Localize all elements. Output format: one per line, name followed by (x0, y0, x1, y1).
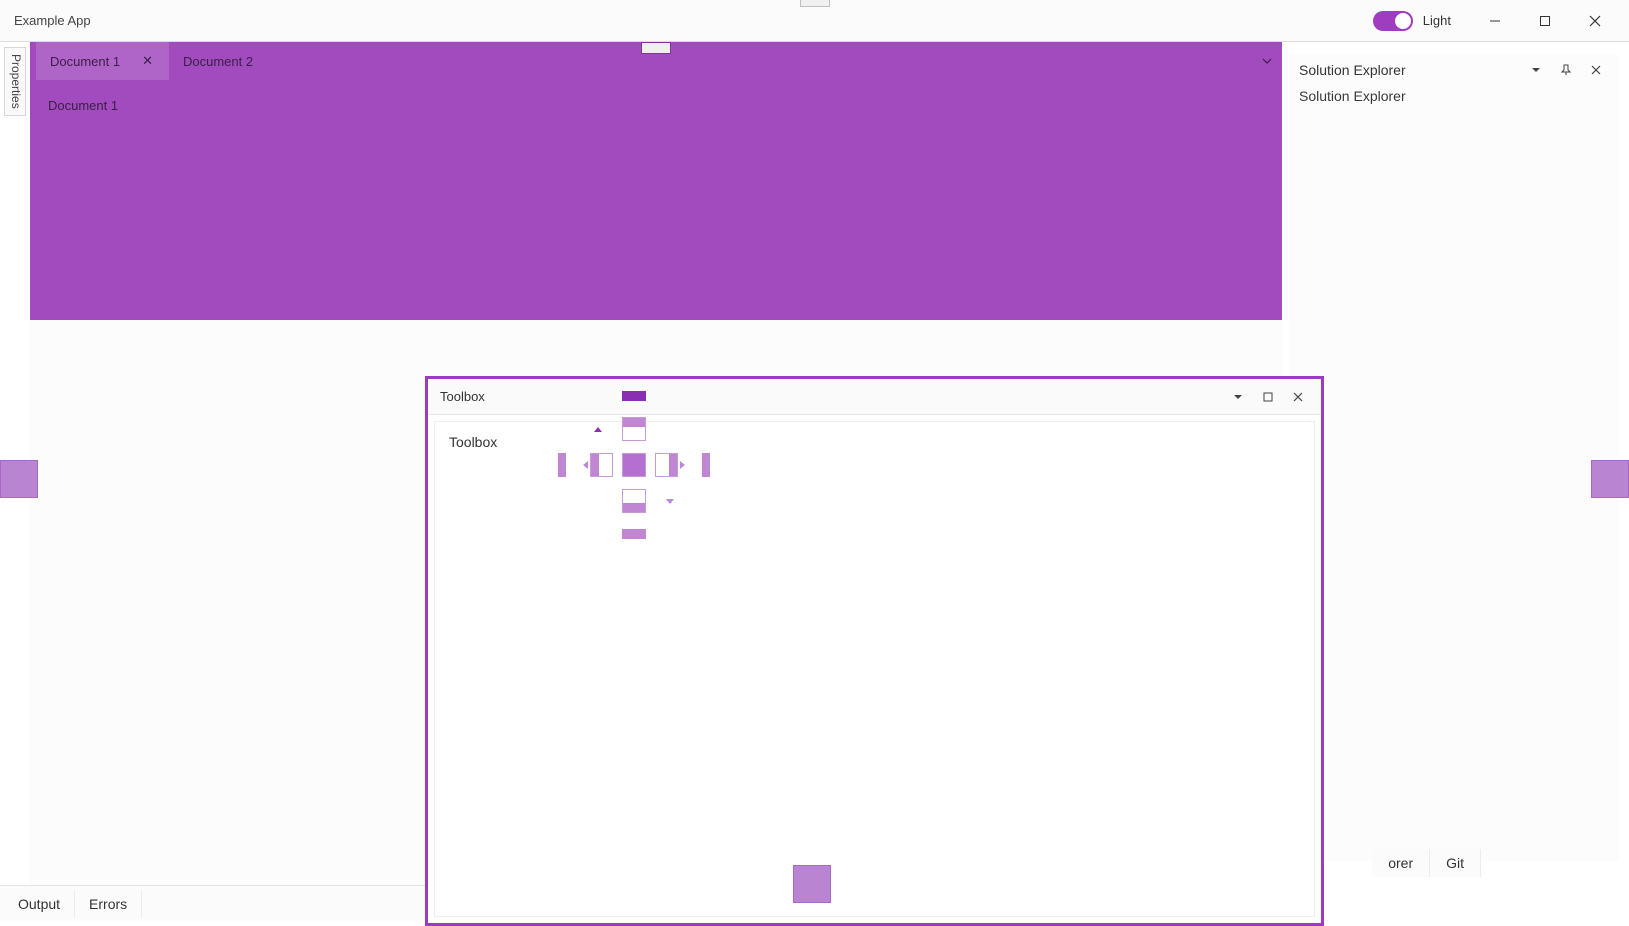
theme-toggle-label: Light (1423, 13, 1451, 28)
document-drop-highlight: Document 1 ✕ Document 2 Document 1 (30, 42, 1282, 320)
solution-explorer-panel: Solution Explorer Solution Explorer (1289, 54, 1619, 861)
toolbox-menu-button[interactable] (1223, 383, 1253, 411)
toolbox-close-button[interactable] (1283, 383, 1313, 411)
window-close-button[interactable] (1575, 7, 1615, 35)
toolbox-floating-window[interactable]: Toolbox Toolbox (425, 376, 1324, 926)
solution-explorer-body-label: Solution Explorer (1289, 86, 1619, 106)
toolbox-maximize-button[interactable] (1253, 383, 1283, 411)
document-tab-1[interactable]: Document 1 ✕ (36, 42, 169, 80)
bottom-tab-errors[interactable]: Errors (75, 890, 142, 918)
solution-explorer-title: Solution Explorer (1299, 62, 1406, 78)
solution-explorer-header: Solution Explorer (1289, 54, 1619, 86)
right-bottom-tab-strip: orer Git (1372, 849, 1481, 877)
document-tab-strip: Document 1 ✕ Document 2 (30, 42, 1282, 80)
toolbox-title: Toolbox (440, 389, 485, 404)
dock-edge-right[interactable] (1591, 460, 1629, 498)
document-tabs-dropdown[interactable] (1262, 54, 1282, 69)
bottom-tab-output[interactable]: Output (4, 890, 75, 918)
panel-menu-button[interactable] (1521, 56, 1551, 84)
dock-edge-bottom[interactable] (793, 865, 831, 903)
document-tab-1-label: Document 1 (50, 54, 120, 69)
dock-edge-left[interactable] (0, 460, 38, 498)
panel-close-button[interactable] (1581, 56, 1611, 84)
window-minimize-button[interactable] (1475, 7, 1515, 35)
window-maximize-button[interactable] (1525, 7, 1565, 35)
right-bottom-tab-git[interactable]: Git (1430, 849, 1481, 877)
toolbox-header[interactable]: Toolbox (428, 379, 1321, 415)
toolbox-body: Toolbox (434, 421, 1315, 917)
document-tab-2-label: Document 2 (183, 54, 253, 69)
app-title: Example App (14, 13, 91, 28)
window-grip-top[interactable] (800, 0, 830, 7)
toolbox-body-label: Toolbox (435, 422, 1314, 462)
theme-toggle[interactable] (1373, 11, 1413, 31)
document-tab-2[interactable]: Document 2 (169, 42, 263, 80)
close-icon[interactable]: ✕ (136, 53, 159, 69)
title-bar: Example App Light (0, 0, 1629, 42)
panel-pin-button[interactable] (1551, 56, 1581, 84)
right-bottom-tab-explorer[interactable]: orer (1372, 849, 1430, 877)
properties-collapsed-tab[interactable]: Properties (4, 47, 26, 116)
document-body-label: Document 1 (48, 98, 118, 113)
